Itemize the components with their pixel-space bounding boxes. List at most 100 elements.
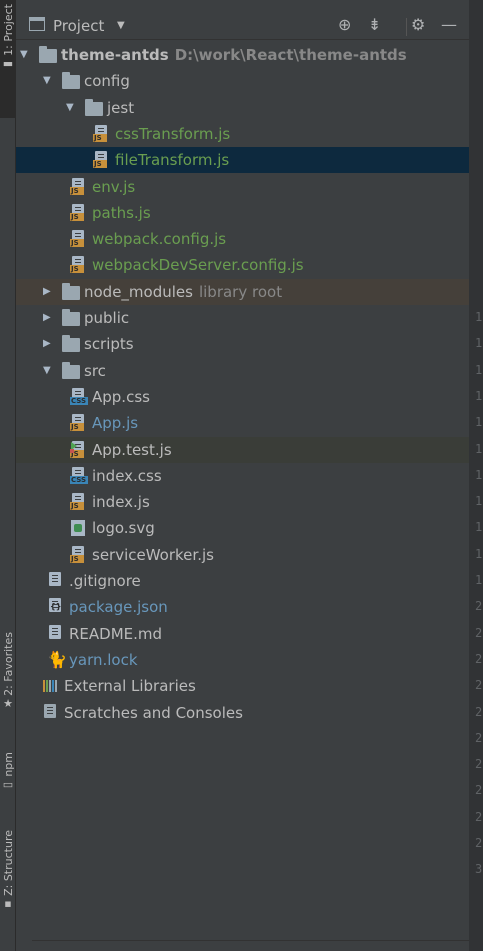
- tab-npm[interactable]: npm ▭: [0, 752, 16, 804]
- folder-icon: [62, 361, 80, 379]
- panel-title[interactable]: Project: [53, 17, 104, 35]
- gear-icon[interactable]: ⚙: [411, 16, 425, 34]
- tree-row[interactable]: JS webpack.config.js: [16, 226, 469, 252]
- folder-icon: [62, 309, 80, 326]
- line-number: 2: [475, 599, 483, 614]
- tree-row[interactable]: 🐈 yarn.lock: [16, 647, 469, 673]
- chevron-right-icon[interactable]: ▶: [43, 312, 51, 323]
- tree-row[interactable]: ▶ public: [16, 305, 469, 331]
- tree-row[interactable]: CSS index.css: [16, 463, 469, 489]
- tab-favorites[interactable]: 2: Favorites ★: [0, 632, 16, 732]
- tab-project[interactable]: 1: Project ▬: [0, 0, 16, 118]
- tree-item-label: node_modules library root: [84, 282, 283, 301]
- js-file-icon: JS: [70, 177, 86, 196]
- tree-row[interactable]: ▼ theme-antds D:\work\React\theme-antds: [16, 42, 469, 68]
- tree-item-label: fileTransform.js: [115, 151, 230, 170]
- tab-npm-label: npm: [1, 752, 15, 777]
- tree-row[interactable]: README.md: [16, 621, 469, 647]
- tree-item-label: index.js: [92, 493, 150, 512]
- tree-row[interactable]: .gitignore: [16, 568, 469, 594]
- tab-structure[interactable]: Z: Structure ▪: [0, 830, 16, 930]
- tree-item-label: README.md: [69, 624, 163, 643]
- tree-row[interactable]: External Libraries: [16, 673, 469, 699]
- tree-item-label: package.json: [69, 598, 168, 617]
- tree-row[interactable]: JS env.js: [16, 174, 469, 200]
- tree-row[interactable]: ▼ jest: [16, 95, 469, 121]
- tree-row[interactable]: JS serviceWorker.js: [16, 542, 469, 568]
- js-file-icon: JS: [70, 203, 86, 222]
- tree-item-label: index.css: [92, 466, 162, 485]
- target-icon[interactable]: ⊕: [338, 16, 351, 34]
- project-icon: [29, 17, 45, 31]
- tree-item-label: logo.svg: [92, 519, 155, 538]
- chevron-right-icon[interactable]: ▶: [43, 338, 51, 349]
- js-file-icon: JS: [70, 256, 86, 274]
- tree-row[interactable]: ▶ scripts: [16, 331, 469, 357]
- tree-item-label: paths.js: [92, 203, 151, 222]
- tree-row[interactable]: JS fileTransform.js: [16, 147, 469, 174]
- chevron-down-icon[interactable]: ▼: [43, 75, 51, 86]
- project-panel: Project ▼ ⊕ ⇟ ⚙ — ▼ theme-antds D:\work\Re…: [16, 0, 483, 951]
- tree-row[interactable]: JS cssTransform.js: [16, 121, 469, 147]
- chevron-down-icon[interactable]: ▼: [20, 49, 28, 60]
- js-file-icon: JS: [70, 414, 86, 432]
- js-file-icon: JS: [93, 151, 109, 169]
- tree-item-label: config: [84, 72, 130, 91]
- tree-item-label: theme-antds D:\work\React\theme-antds: [61, 46, 407, 64]
- tree-item-label: public: [84, 309, 130, 327]
- line-number: 1: [475, 388, 483, 403]
- npm-icon: ▭: [2, 777, 14, 791]
- tree-row[interactable]: JS App.test.js: [16, 436, 469, 463]
- tree-row[interactable]: ▶ node_modules library root: [16, 278, 469, 305]
- line-number: 1: [475, 546, 483, 561]
- tree-item-label: src: [84, 361, 106, 380]
- js-file-icon: JS: [70, 440, 86, 459]
- tree-row[interactable]: logo.svg: [16, 515, 469, 541]
- tree-item-sublabel: library root: [198, 282, 283, 301]
- chevron-down-icon[interactable]: ▼: [43, 365, 51, 376]
- tree-item-label: App.css: [92, 387, 150, 406]
- line-number: 1: [475, 573, 483, 587]
- star-icon: ★: [3, 696, 13, 710]
- line-number: 2: [475, 757, 483, 772]
- tree-row[interactable]: JS webpackDevServer.config.js: [16, 252, 469, 278]
- tree-item-label: External Libraries: [64, 677, 196, 696]
- tree-row[interactable]: ▼ src: [16, 358, 469, 384]
- css-file-icon: CSS: [70, 466, 88, 485]
- scratch-icon: [42, 703, 58, 722]
- tree-row[interactable]: Scratches and Consoles: [16, 700, 469, 726]
- folder-icon: [62, 335, 80, 353]
- chevron-down-icon[interactable]: ▼: [66, 102, 74, 113]
- tree-row[interactable]: JS App.js: [16, 410, 469, 436]
- tree-item-label: Scratches and Consoles: [64, 703, 243, 722]
- tree-row[interactable]: ▼ config: [16, 68, 469, 94]
- tree-row[interactable]: CSS App.css: [16, 384, 469, 410]
- line-number: 1: [475, 415, 483, 430]
- css-file-icon: CSS: [70, 387, 88, 406]
- js-file-icon: JS: [70, 230, 86, 248]
- tab-project-label: 1: Project: [1, 4, 15, 56]
- minimize-icon[interactable]: —: [441, 16, 457, 34]
- folder-icon: [85, 98, 103, 116]
- line-number: 1: [475, 494, 483, 509]
- tree-item-sublabel: D:\work\React\theme-antds: [174, 46, 407, 64]
- tree-row[interactable]: package.json: [16, 594, 469, 620]
- json-file-icon: [47, 598, 63, 616]
- collapse-all-icon[interactable]: ⇟: [368, 16, 381, 34]
- tree-item-label: .gitignore: [69, 572, 141, 590]
- tree-row[interactable]: JS index.js: [16, 489, 469, 515]
- tree-row[interactable]: JS paths.js: [16, 200, 469, 226]
- line-number: 2: [475, 651, 483, 666]
- panel-header: Project ▼ ⊕ ⇟ ⚙ —: [16, 0, 469, 40]
- line-number: 2: [475, 783, 483, 798]
- chevron-down-icon[interactable]: ▼: [117, 20, 125, 31]
- line-number: 1: [475, 310, 483, 324]
- tab-structure-label: Z: Structure: [1, 830, 15, 896]
- structure-icon: ▪: [4, 896, 12, 910]
- js-file-icon: JS: [93, 124, 109, 143]
- chevron-right-icon[interactable]: ▶: [43, 286, 51, 297]
- folder-icon: [62, 282, 80, 300]
- tree-item-label: webpackDevServer.config.js: [92, 256, 304, 275]
- tree-item-label: webpack.config.js: [92, 230, 227, 249]
- line-number: 2: [475, 625, 483, 640]
